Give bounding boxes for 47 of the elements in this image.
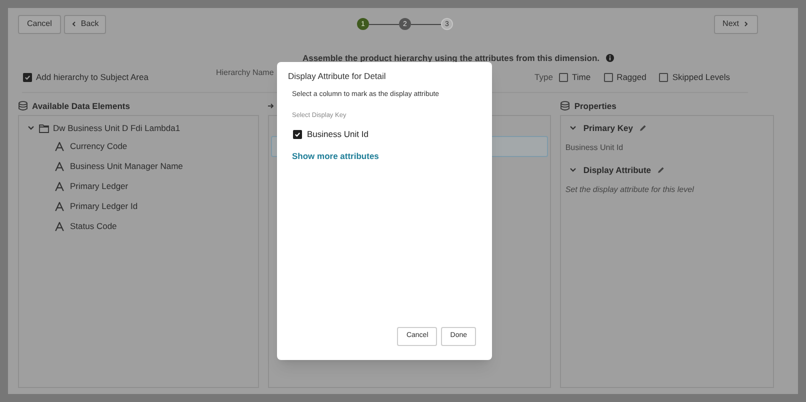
database-icon: [560, 101, 570, 111]
chevron-left-icon: [70, 21, 77, 27]
checkbox[interactable]: [659, 72, 668, 82]
back-button[interactable]: Back: [64, 14, 106, 34]
field-label: Hierarchy Name: [216, 67, 274, 79]
property-value: Business Unit Id: [565, 142, 624, 154]
info-icon: [606, 54, 614, 62]
chevron-right-icon: [743, 21, 749, 27]
tree-item[interactable]: Dw Business Unit D Fdi Lambda1: [53, 122, 180, 134]
tree-item[interactable]: Business Unit Manager Name: [70, 160, 183, 172]
tree-item[interactable]: Primary Ledger Id: [70, 200, 138, 212]
text-type-icon: [55, 142, 64, 150]
chevron-icon[interactable]: [569, 166, 578, 174]
checkbox-label: Ragged: [616, 70, 646, 84]
checkbox-label: Add hierarchy to Subject Area: [36, 70, 148, 84]
tree-item[interactable]: Currency Code: [70, 140, 128, 152]
checkbox[interactable]: [558, 72, 568, 82]
dialog-title: Display Attribute for Detail: [288, 70, 387, 83]
checkbox-label: Business Unit Id: [307, 128, 368, 141]
text-type-icon: [55, 162, 64, 170]
chevron-icon[interactable]: [27, 124, 35, 132]
instruction-text: Assemble the product hierarchy using the attributes from this dimension.: [302, 52, 600, 64]
chevron-icon[interactable]: [569, 124, 578, 132]
checkbox[interactable]: [604, 72, 613, 82]
text-type-icon: [55, 182, 64, 190]
arrow-icon: [268, 102, 274, 110]
pencil-icon[interactable]: [638, 124, 647, 132]
hint-text: Set the display attribute for this level: [565, 184, 695, 196]
checkbox[interactable]: [293, 130, 302, 139]
checkbox[interactable]: [23, 72, 32, 82]
text-type-icon: [55, 222, 64, 230]
checkbox-label: Skipped Levels: [672, 70, 730, 84]
section-title: Primary Key: [583, 122, 633, 134]
panel-title: Properties: [574, 100, 616, 112]
next-button[interactable]: Next: [714, 14, 758, 34]
folder-icon: [39, 124, 49, 132]
type-label: Type: [534, 70, 553, 84]
database-icon: [18, 101, 28, 111]
pencil-icon[interactable]: [657, 166, 666, 174]
tree-item[interactable]: Primary Ledger: [70, 180, 128, 192]
cancel-button[interactable]: Cancel: [18, 14, 61, 34]
checkbox-label: Time: [572, 70, 591, 84]
show-more-link[interactable]: Show more attributes: [292, 150, 481, 162]
panel-title: Available Data Elements: [32, 100, 130, 112]
tree-item[interactable]: Status Code: [70, 220, 117, 232]
text-type-icon: [55, 202, 64, 210]
section-title: Display Attribute: [583, 164, 652, 176]
